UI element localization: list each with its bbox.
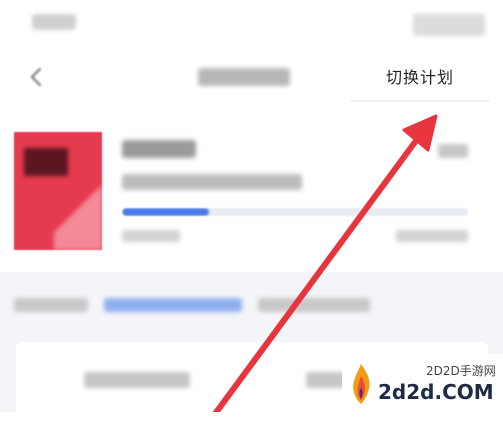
cover-title-blurred [24,148,68,176]
book-cover[interactable] [14,132,102,250]
plan-info-suffix-blurred [258,298,370,312]
book-info-card [0,110,503,270]
status-indicators-blurred [413,14,485,36]
chevron-left-icon[interactable] [26,66,48,88]
cover-illustration [54,178,102,250]
watermark-domain: 2d2d.COM [378,380,494,404]
book-title-blurred [122,140,196,158]
watermark-site-name: 2D2D手游网 [426,364,496,378]
progress-caption-right-blurred [396,230,468,242]
status-time-blurred [32,14,76,30]
page-title-blurred [198,68,290,86]
nav-bar: 切换计划 [0,48,503,106]
book-reading-stats-blurred [122,174,302,190]
plan-date-link-blurred[interactable] [104,298,242,312]
reading-progress-bar [122,208,468,216]
plan-option-blurred[interactable] [306,372,346,388]
reading-progress-fill [122,208,209,216]
site-watermark: 2D2D手游网 2d2d.COM [342,354,503,412]
status-bar [0,0,503,48]
plan-info-label-blurred [14,298,88,312]
plan-option-blurred[interactable] [84,372,190,388]
flame-icon [353,364,370,404]
progress-caption-left-blurred [122,230,180,242]
switch-plan-button[interactable]: 切换计划 [350,56,490,102]
book-action-link-blurred[interactable] [438,144,468,158]
